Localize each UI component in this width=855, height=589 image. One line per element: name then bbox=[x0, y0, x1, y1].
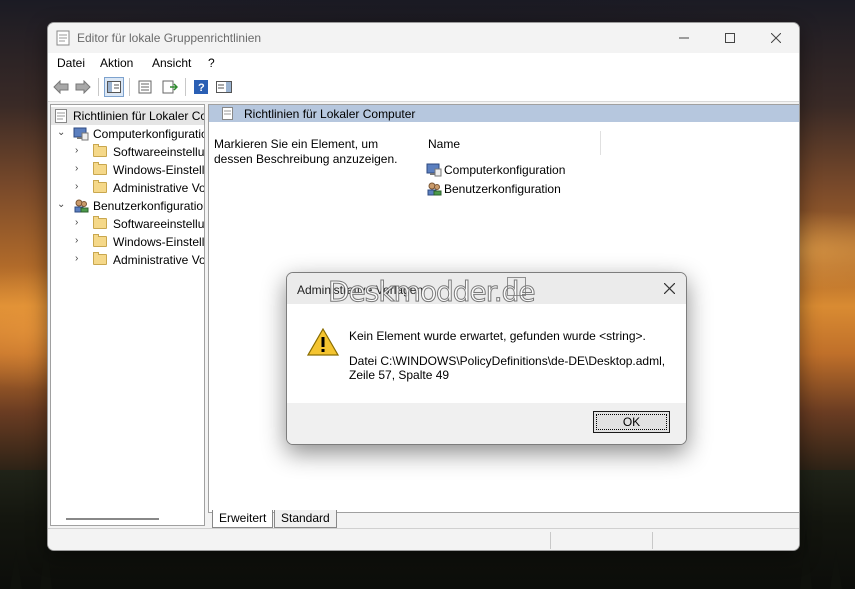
tree-label: Softwareeinstellungen bbox=[113, 145, 205, 159]
minimize-button[interactable] bbox=[661, 23, 707, 53]
toolbar-separator bbox=[129, 78, 130, 96]
help-button[interactable]: ? bbox=[191, 77, 211, 97]
dialog-body: Kein Element wurde erwartet, gefunden wu… bbox=[287, 304, 686, 405]
policy-document-icon bbox=[56, 30, 70, 46]
chevron-right-icon[interactable]: › bbox=[75, 236, 85, 246]
chevron-right-icon[interactable]: › bbox=[75, 146, 85, 156]
tree-label: Windows-Einstellungen bbox=[113, 163, 205, 177]
help-icon: ? bbox=[194, 80, 208, 94]
toolbar: ? bbox=[48, 73, 799, 102]
tree-root[interactable]: Richtlinien für Lokaler Computer bbox=[51, 107, 204, 125]
status-separator bbox=[550, 532, 551, 549]
close-icon bbox=[771, 33, 781, 43]
horizontal-scrollbar[interactable] bbox=[66, 518, 159, 520]
error-detail-line1: Datei C:\WINDOWS\PolicyDefinitions\de-DE… bbox=[349, 354, 666, 368]
status-separator bbox=[652, 532, 653, 549]
close-button[interactable] bbox=[753, 23, 799, 53]
menu-aktion[interactable]: Aktion bbox=[100, 56, 133, 70]
chevron-down-icon[interactable]: ⌄ bbox=[57, 128, 67, 138]
chevron-right-icon[interactable]: › bbox=[75, 164, 85, 174]
toolbar-separator bbox=[185, 78, 186, 96]
status-bar bbox=[48, 528, 799, 550]
tree-label: Administrative Vorlagen bbox=[113, 253, 205, 267]
tree-item-windows-einstellungen[interactable]: › Windows-Einstellungen bbox=[51, 161, 204, 179]
tree-label: Richtlinien für Lokaler Computer bbox=[73, 109, 204, 123]
folder-icon bbox=[93, 234, 107, 247]
list-item-label: Benutzerkonfiguration bbox=[444, 182, 561, 196]
chevron-right-icon[interactable]: › bbox=[75, 254, 85, 264]
details-header: Richtlinien für Lokaler Computer bbox=[209, 105, 799, 122]
chevron-down-icon[interactable]: ⌄ bbox=[57, 200, 67, 210]
watermark-pen-icon bbox=[507, 277, 526, 296]
toggle-pane-button[interactable] bbox=[214, 77, 234, 97]
window-title: Editor für lokale Gruppenrichtlinien bbox=[77, 31, 262, 45]
tree-item-softwareeinstellungen[interactable]: › Softwareeinstellungen bbox=[51, 143, 204, 161]
close-icon bbox=[663, 283, 675, 294]
folder-icon bbox=[93, 144, 107, 157]
computer-icon bbox=[426, 163, 442, 177]
error-detail-line2: Zeile 57, Spalte 49 bbox=[349, 368, 450, 382]
forward-arrow-icon bbox=[75, 80, 91, 94]
menu-ansicht[interactable]: Ansicht bbox=[152, 56, 191, 70]
policy-document-icon bbox=[55, 109, 67, 123]
column-header-name[interactable]: Name bbox=[428, 137, 460, 151]
svg-text:?: ? bbox=[198, 82, 205, 94]
dialog-footer: OK bbox=[287, 403, 686, 444]
tree-label: Administrative Vorlagen bbox=[113, 181, 205, 195]
title-bar[interactable]: Editor für lokale Gruppenrichtlinien bbox=[48, 23, 799, 53]
chevron-right-icon[interactable]: › bbox=[75, 218, 85, 228]
properties-icon bbox=[138, 80, 152, 94]
policy-document-icon bbox=[222, 107, 233, 120]
menu-bar: Datei Aktion Ansicht ? bbox=[48, 53, 799, 73]
tree-item-softwareeinstellungen[interactable]: › Softwareeinstellungen bbox=[51, 215, 204, 233]
dialog-close-button[interactable] bbox=[652, 273, 686, 304]
tree-item-administrative-vorlagen[interactable]: › Administrative Vorlagen bbox=[51, 179, 204, 197]
maximize-button[interactable] bbox=[707, 23, 753, 53]
tree-label: Benutzerkonfiguration bbox=[93, 199, 205, 213]
maximize-icon bbox=[725, 33, 735, 43]
folder-icon bbox=[93, 180, 107, 193]
error-detail: Datei C:\WINDOWS\PolicyDefinitions\de-DE… bbox=[349, 354, 665, 382]
export-list-icon bbox=[162, 80, 178, 94]
error-dialog: Administrative Vorlagen Deskmodder.de Ke… bbox=[286, 272, 687, 445]
column-divider[interactable] bbox=[600, 131, 601, 155]
dialog-title-bar[interactable]: Administrative Vorlagen Deskmodder.de bbox=[287, 273, 686, 309]
ok-button[interactable]: OK bbox=[593, 411, 670, 433]
folder-icon bbox=[93, 216, 107, 229]
tree-item-windows-einstellungen[interactable]: › Windows-Einstellungen bbox=[51, 233, 204, 251]
view-tabs: Erweitert Standard bbox=[208, 510, 799, 530]
back-button[interactable] bbox=[51, 77, 71, 97]
tree-label: Softwareeinstellungen bbox=[113, 217, 205, 231]
list-item-label: Computerkonfiguration bbox=[444, 163, 566, 177]
forward-button[interactable] bbox=[73, 77, 93, 97]
toolbar-separator bbox=[98, 78, 99, 96]
details-header-title: Richtlinien für Lokaler Computer bbox=[244, 107, 416, 121]
folder-icon bbox=[93, 252, 107, 265]
tree-label: Windows-Einstellungen bbox=[113, 235, 205, 249]
folder-icon bbox=[93, 162, 107, 175]
menu-help[interactable]: ? bbox=[208, 56, 215, 70]
tab-erweitert[interactable]: Erweitert bbox=[212, 510, 274, 528]
warning-icon bbox=[307, 328, 339, 356]
toggle-pane-icon bbox=[216, 81, 232, 93]
tree-pane[interactable]: Richtlinien für Lokaler Computer ⌄ Compu… bbox=[50, 104, 205, 526]
users-icon bbox=[427, 182, 442, 196]
description-text: Markieren Sie ein Element, um dessen Bes… bbox=[214, 137, 398, 166]
error-message: Kein Element wurde erwartet, gefunden wu… bbox=[349, 329, 646, 343]
tree-label: Computerkonfiguration bbox=[93, 127, 205, 141]
show-hide-tree-icon bbox=[107, 81, 121, 93]
tab-standard[interactable]: Standard bbox=[274, 510, 337, 528]
chevron-right-icon[interactable]: › bbox=[75, 182, 85, 192]
tree-item-administrative-vorlagen[interactable]: › Administrative Vorlagen bbox=[51, 251, 204, 269]
properties-button[interactable] bbox=[135, 77, 155, 97]
computer-icon bbox=[73, 127, 89, 141]
minimize-icon bbox=[679, 37, 689, 39]
show-hide-tree-button[interactable] bbox=[104, 77, 124, 97]
menu-datei[interactable]: Datei bbox=[57, 56, 85, 70]
users-icon bbox=[74, 199, 89, 213]
export-list-button[interactable] bbox=[160, 77, 180, 97]
back-arrow-icon bbox=[53, 80, 69, 94]
tree-item-computerkonfiguration[interactable]: ⌄ Computerkonfiguration bbox=[51, 125, 204, 143]
tree-item-benutzerkonfiguration[interactable]: ⌄ Benutzerkonfiguration bbox=[51, 197, 204, 215]
